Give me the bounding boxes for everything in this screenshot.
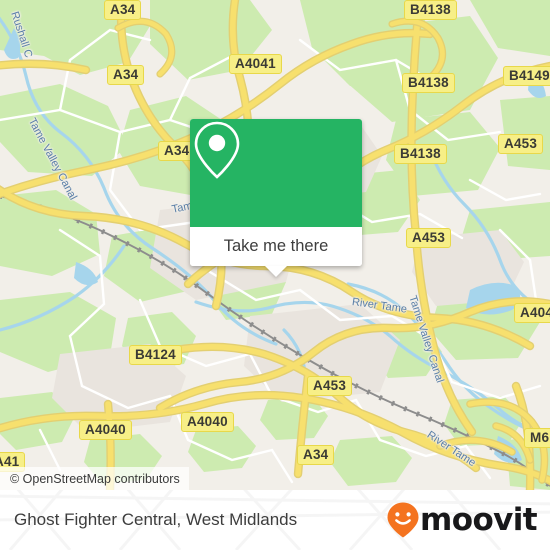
osm-attribution[interactable]: © OpenStreetMap contributors <box>0 467 189 490</box>
road-shield-a4041: A4041 <box>229 54 282 74</box>
road-shield-b4149: B4149 <box>503 66 550 86</box>
road-shield-b4138: B4138 <box>394 144 447 164</box>
road-shield-b4138: B4138 <box>404 0 457 20</box>
road-shield-a4040: A4040 <box>79 420 132 440</box>
moovit-smiley-pin-icon <box>386 501 420 539</box>
map-canvas[interactable]: Rushall C Tame Valley Canal Tame River Tame… <box>0 0 550 490</box>
road-shield-a34: A34 <box>297 445 335 465</box>
road-shield-b4124: B4124 <box>129 345 182 365</box>
road-shield-a4040: A4040 <box>514 303 550 323</box>
moovit-brand[interactable]: moovit <box>386 501 538 539</box>
road-shield-a34: A34 <box>107 65 145 85</box>
moovit-wordmark: moovit <box>420 501 538 538</box>
road-shield-m6: M6 <box>524 428 550 448</box>
take-me-there-label: Take me there <box>223 237 329 255</box>
footer-bar: Ghost Fighter Central, West Midlands moo… <box>0 490 550 550</box>
callout-pointer <box>265 266 287 277</box>
road-shield-a4040: A4040 <box>181 412 234 432</box>
callout-action-area[interactable]: Take me there <box>190 227 362 266</box>
callout-icon-area <box>190 119 362 227</box>
road-shield-a453: A453 <box>498 134 544 154</box>
road-shield-a453: A453 <box>307 376 353 396</box>
map-screenshot: Rushall C Tame Valley Canal Tame River Tame… <box>0 0 550 550</box>
osm-attribution-text: © OpenStreetMap contributors <box>10 471 180 486</box>
road-shield-b4138: B4138 <box>402 73 455 93</box>
road-shield-a34: A34 <box>104 0 142 20</box>
road-shield-a453: A453 <box>406 228 452 248</box>
destination-callout-card[interactable]: Take me there <box>190 119 362 277</box>
page-title: Ghost Fighter Central, West Midlands <box>14 510 298 529</box>
